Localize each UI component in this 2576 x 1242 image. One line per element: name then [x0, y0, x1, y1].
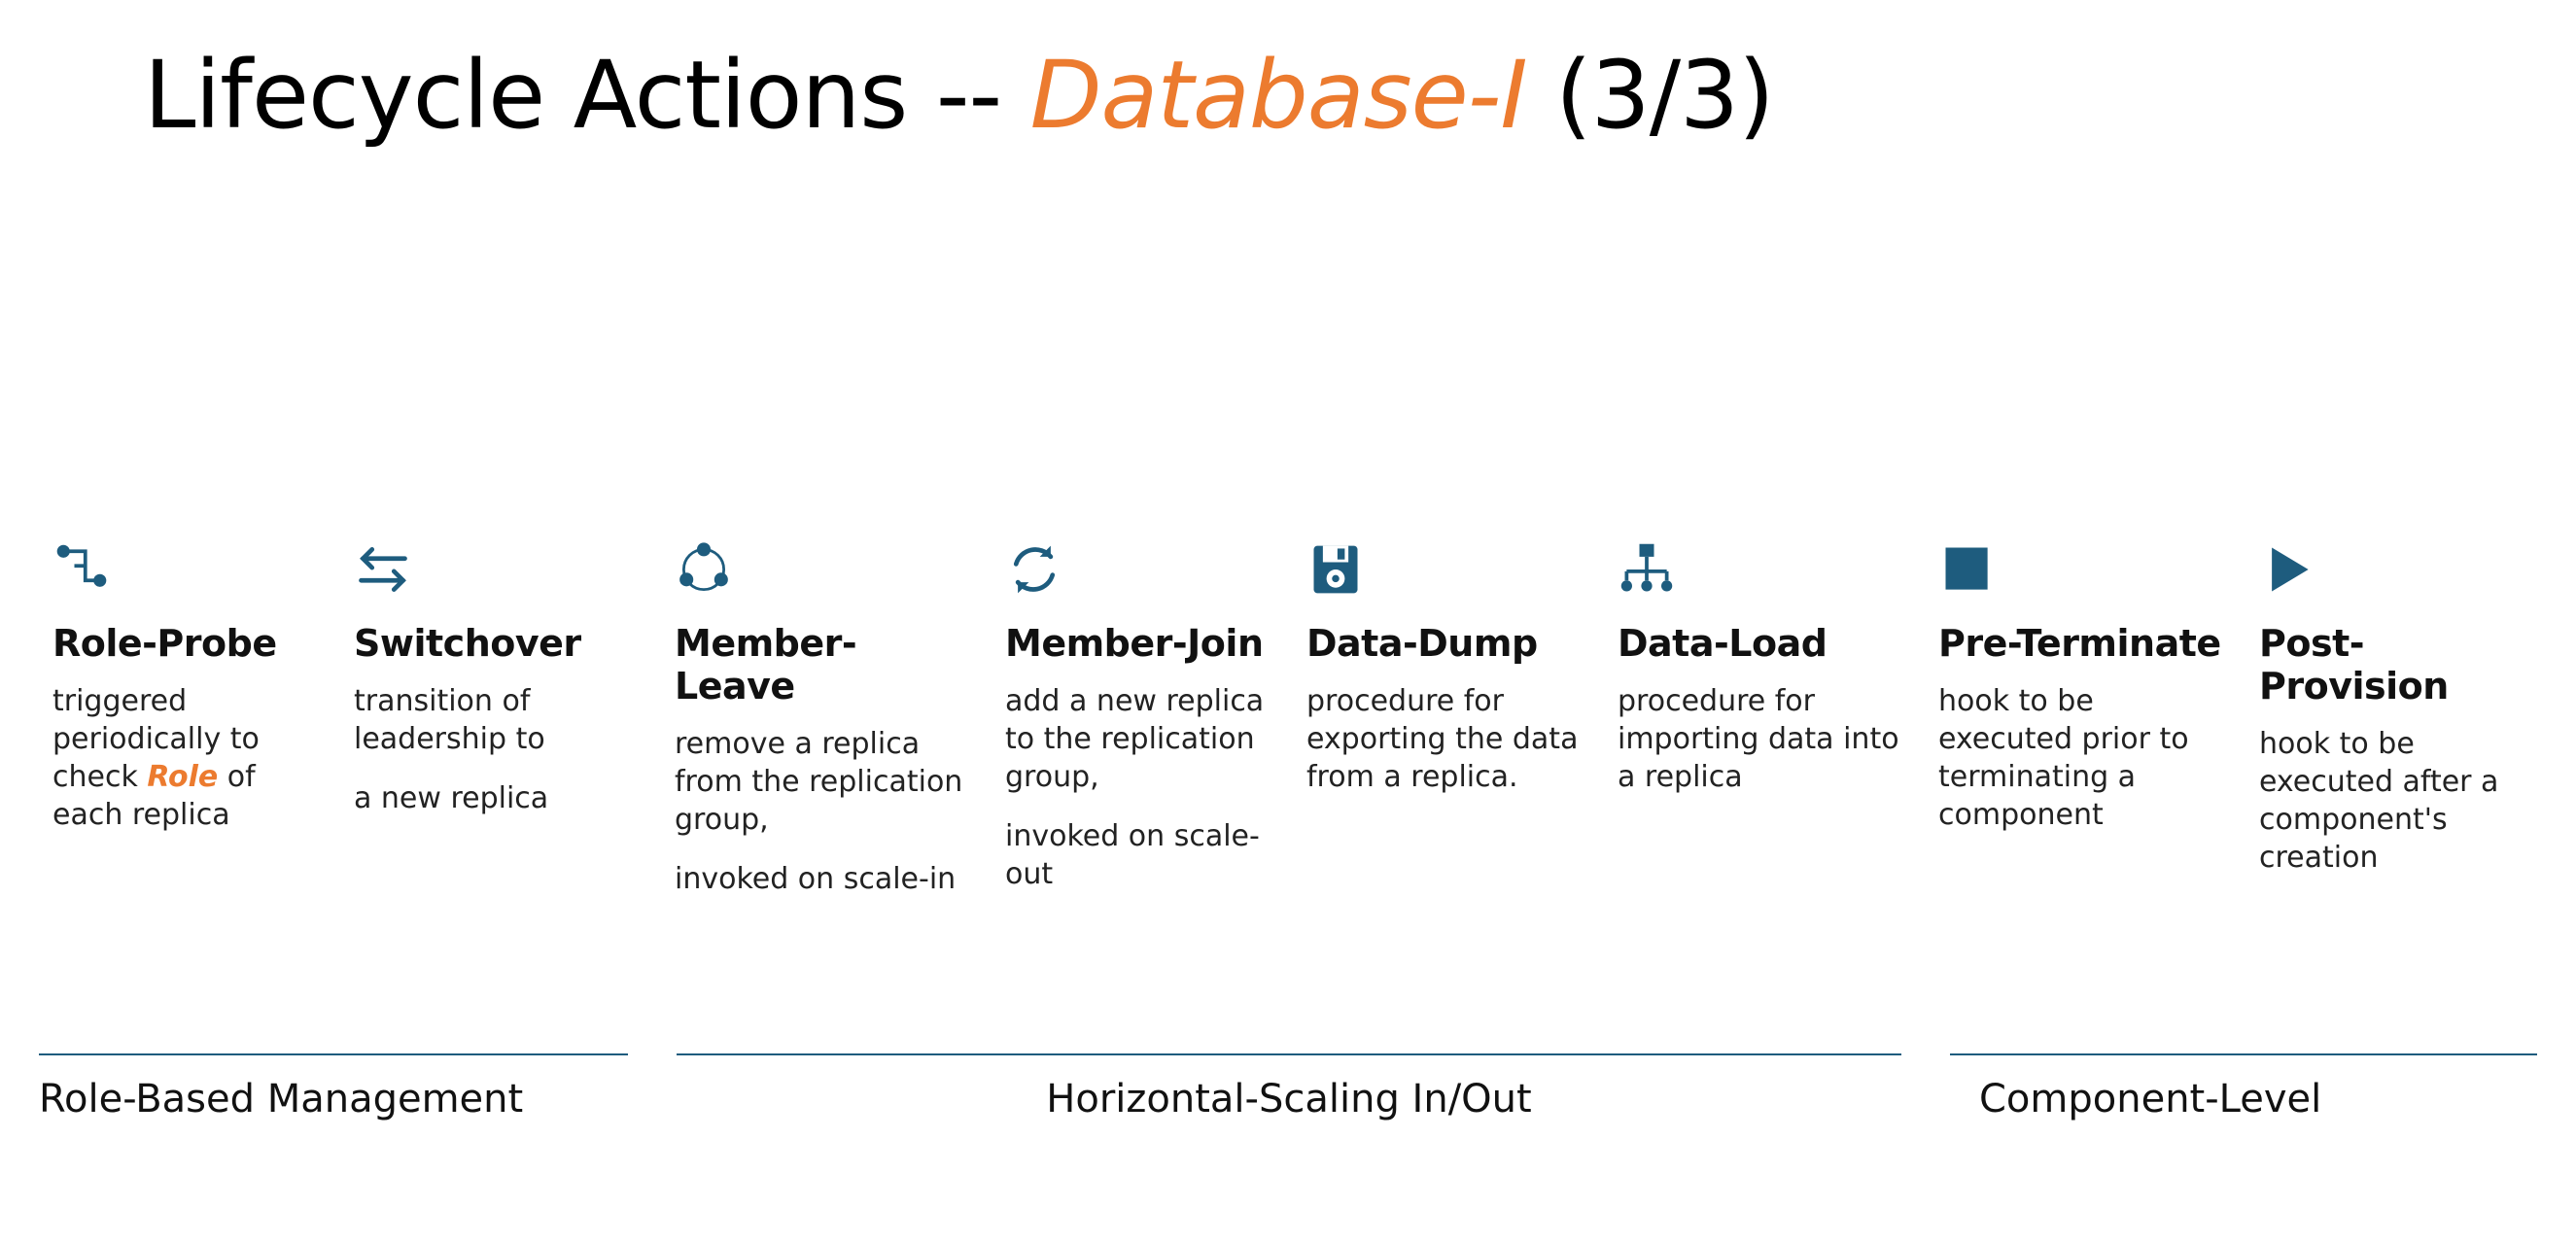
play-icon [2259, 540, 2512, 622]
card-desc: transition of leadership to a new replic… [354, 682, 645, 817]
action-cards-row: Role-Probe triggered periodically to che… [52, 540, 2524, 898]
card-title: Post-Provision [2259, 622, 2512, 707]
desc-line2: a new replica [354, 779, 645, 817]
card-title: Member-Leave [675, 622, 976, 707]
group-label: Horizontal-Scaling In/Out [677, 1077, 1901, 1121]
card-title: Member-Join [1005, 622, 1277, 665]
desc-line2: invoked on scale-in [675, 860, 976, 898]
desc-line1: add a new replica to the replication gro… [1005, 684, 1264, 794]
card-desc: hook to be executed after a component's … [2259, 725, 2512, 877]
group-label: Role-Based Management [39, 1077, 628, 1121]
desc-line2: invoked on scale-out [1005, 817, 1277, 893]
card-desc: add a new replica to the replication gro… [1005, 682, 1277, 893]
card-post-provision: Post-Provision hook to be executed after… [2259, 540, 2541, 898]
card-desc: triggered periodically to check Role of … [52, 682, 325, 834]
swap-icon [354, 540, 645, 622]
disk-icon [1306, 540, 1588, 622]
card-title: Data-Load [1618, 622, 1909, 665]
title-prefix: Lifecycle Actions -- [144, 41, 1030, 150]
cycle-dots-icon [675, 540, 976, 622]
group-component-level: Component-Level [1950, 1053, 2537, 1121]
desc-key: Role [147, 760, 218, 794]
card-desc: procedure for importing data into a repl… [1618, 682, 1909, 796]
card-title: Data-Dump [1306, 622, 1588, 665]
group-labels-row: Role-Based Management Horizontal-Scaling… [39, 1053, 2537, 1121]
card-title: Pre-Terminate [1938, 622, 2230, 665]
card-title: Role-Probe [52, 622, 325, 665]
title-suffix: (3/3) [1527, 41, 1774, 150]
group-horizontal-scaling: Horizontal-Scaling In/Out [677, 1053, 1901, 1121]
title-emphasis: Database-I [1030, 41, 1527, 150]
card-member-leave: Member-Leave remove a replica from the r… [675, 540, 1005, 898]
desc-line1: transition of leadership to [354, 684, 545, 756]
card-title: Switchover [354, 622, 645, 665]
square-icon [1938, 540, 2230, 622]
card-data-load: Data-Load procedure for importing data i… [1618, 540, 1938, 898]
card-role-probe: Role-Probe triggered periodically to che… [52, 540, 354, 898]
card-data-dump: Data-Dump procedure for exporting the da… [1306, 540, 1618, 898]
group-label: Component-Level [1979, 1077, 2537, 1121]
card-desc: hook to be executed prior to terminating… [1938, 682, 2230, 834]
group-role-based: Role-Based Management [39, 1053, 628, 1121]
card-switchover: Switchover transition of leadership to a… [354, 540, 675, 898]
tree-icon [1618, 540, 1909, 622]
slide-title: Lifecycle Actions -- Database-I (3/3) [144, 45, 1774, 148]
desc-line1: remove a replica from the replication gr… [675, 727, 962, 837]
refresh-icon [1005, 540, 1277, 622]
card-member-join: Member-Join add a new replica to the rep… [1005, 540, 1306, 898]
connect-icon [52, 540, 325, 622]
card-desc: remove a replica from the replication gr… [675, 725, 976, 898]
card-pre-terminate: Pre-Terminate hook to be executed prior … [1938, 540, 2259, 898]
card-desc: procedure for exporting the data from a … [1306, 682, 1588, 796]
